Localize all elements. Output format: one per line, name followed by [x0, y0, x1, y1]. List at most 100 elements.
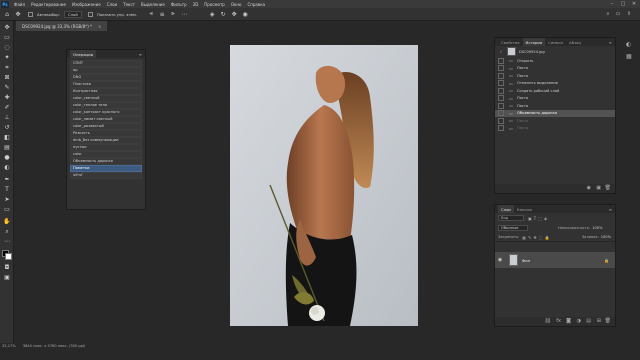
distribute-icon[interactable]: ⋯ — [180, 10, 188, 18]
history-item[interactable]: ▭ Пасто — [495, 95, 615, 103]
action-item[interactable]: Резкость — [70, 130, 142, 137]
orbit-icon[interactable]: ↻ — [219, 10, 227, 18]
align-left-icon[interactable]: ⫷ — [147, 10, 155, 18]
history-item[interactable]: ▭ Создать рабочий слой — [495, 87, 615, 95]
action-item[interactable]: DNG — [70, 74, 142, 81]
history-source-box[interactable] — [498, 65, 504, 72]
action-item[interactable]: dmb_без коммуникации — [70, 137, 142, 144]
magic-wand-icon[interactable]: ✦ — [2, 54, 12, 62]
align-right-icon[interactable]: ⫸ — [169, 10, 177, 18]
lasso-icon[interactable]: ◌ — [2, 44, 12, 52]
action-item[interactable]: Контрастная — [70, 88, 142, 95]
menu-type[interactable]: Текст — [120, 2, 138, 7]
search-icon[interactable]: ⌕ — [604, 10, 612, 18]
history-item[interactable]: ▭ Отменить выделение — [495, 80, 615, 88]
tab-history[interactable]: История — [522, 38, 546, 46]
history-item[interactable]: ▭ Пасто — [495, 102, 615, 110]
menu-file[interactable]: Файл — [11, 2, 28, 7]
new-group-icon[interactable]: ▤ — [586, 318, 591, 324]
history-source-box[interactable] — [498, 87, 504, 94]
menu-image[interactable]: Изображение — [69, 2, 104, 7]
close-tab-icon[interactable]: × — [98, 24, 101, 29]
action-item[interactable]: color_светлый — [70, 95, 142, 102]
swatches-panel-icon[interactable]: ▦ — [626, 53, 632, 60]
frame-icon[interactable]: ⊠ — [2, 74, 12, 82]
hand-icon[interactable]: ✋ — [2, 218, 12, 226]
history-item[interactable]: ▭ Пасто — [495, 125, 615, 133]
action-item[interactable]: color_лимит светлый — [70, 116, 142, 123]
history-source-box[interactable] — [498, 95, 504, 102]
close-window-button[interactable]: ✕ — [629, 0, 639, 8]
history-menu-icon[interactable]: ≡ — [609, 40, 612, 45]
new-layer-icon[interactable]: ⊞ — [597, 318, 601, 324]
new-document-icon[interactable]: ▣ — [596, 185, 601, 191]
action-item[interactable]: color — [70, 151, 142, 158]
auto-select-dropdown[interactable]: Слой — [63, 10, 82, 18]
rectangle-icon[interactable]: ▭ — [2, 206, 12, 214]
menu-layers[interactable]: Слои — [104, 2, 120, 7]
layer-name[interactable]: Фон — [522, 258, 530, 263]
camera-icon[interactable]: ◉ — [241, 10, 249, 18]
history-source-box[interactable] — [498, 110, 504, 117]
clone-stamp-icon[interactable]: ⊥ — [2, 114, 12, 122]
action-item[interactable]: Пластика — [70, 81, 142, 88]
tab-properties[interactable]: Свойства — [498, 40, 523, 45]
history-item[interactable]: ▭ Объемность дорогая — [495, 109, 615, 117]
trash-icon[interactable]: 🗑 — [605, 185, 611, 191]
move-tool-preset-icon[interactable]: ✥ — [14, 10, 22, 18]
history-source-box[interactable] — [498, 57, 504, 64]
zoom-level[interactable]: 33,17% 3840 пикс. x 5760 пикс. (300 ppi) — [2, 344, 85, 348]
link-layers-icon[interactable]: ⛓ — [545, 318, 551, 324]
history-brush-icon[interactable]: ↺ — [2, 124, 12, 132]
home-icon[interactable]: ⌂ — [3, 10, 11, 18]
lock-icons[interactable]: ▦✎✥⬚🔒 — [522, 235, 551, 240]
tab-layers[interactable]: Слои — [498, 205, 514, 213]
document-canvas[interactable] — [230, 45, 418, 326]
more-tools-icon[interactable]: ⋯ — [2, 238, 12, 246]
dodge-icon[interactable]: ◐ — [2, 164, 12, 172]
color-panel-icon[interactable]: ◐ — [626, 41, 631, 48]
workspace-icon[interactable]: ▭ — [614, 10, 622, 18]
history-source-box[interactable] — [498, 125, 504, 132]
tab-channels[interactable]: Каналы — [514, 207, 535, 212]
filter-icons[interactable]: ▣T⬚◈ — [528, 216, 549, 221]
screen-mode-icon[interactable]: ▣ — [2, 274, 12, 282]
adjustment-layer-icon[interactable]: ◑ — [577, 318, 581, 324]
blur-icon[interactable]: ● — [2, 154, 12, 162]
document-tab[interactable]: DSC09924.jpg @ 33,3% (RGB/8*) * × — [16, 21, 108, 31]
menu-3d[interactable]: 3D — [190, 2, 202, 7]
action-item[interactable]: пустые — [70, 144, 142, 151]
share-icon[interactable]: ⇪ — [625, 10, 633, 18]
opacity-value[interactable]: 100% — [592, 226, 602, 230]
auto-select-checkbox[interactable] — [28, 11, 33, 17]
crop-icon[interactable]: ⌗ — [2, 64, 12, 72]
layer-style-icon[interactable]: fx — [556, 318, 561, 324]
menu-filter[interactable]: Фильтр — [168, 2, 190, 7]
quick-mask-icon[interactable]: ◘ — [2, 264, 12, 272]
menu-window[interactable]: Окно — [228, 2, 245, 7]
layer-row[interactable]: ◉ Фон 🔒 — [495, 252, 615, 268]
healing-brush-icon[interactable]: ✚ — [2, 94, 12, 102]
action-item[interactable]: color_теплое тело — [70, 102, 142, 109]
layer-mask-icon[interactable]: ◙ — [566, 318, 571, 324]
align-center-icon[interactable]: ≡ — [158, 10, 166, 18]
action-item[interactable]: Пометки — [70, 165, 142, 172]
history-snapshot[interactable]: ✓ DSC09924.jpg — [495, 46, 615, 57]
actions-panel-title[interactable]: Операции — [70, 50, 97, 58]
tab-character[interactable]: Символ — [545, 40, 566, 45]
tab-paragraph[interactable]: Абзац — [566, 40, 584, 45]
source-checkbox-icon[interactable]: ✓ — [498, 49, 504, 54]
history-item[interactable]: ▭ Открыть — [495, 57, 615, 65]
delete-layer-icon[interactable]: 🗑 — [605, 318, 611, 324]
menu-select[interactable]: Выделение — [138, 2, 168, 7]
eraser-icon[interactable]: ◧ — [2, 134, 12, 142]
zoom-icon[interactable]: ⌕ — [2, 228, 12, 236]
history-source-box[interactable] — [498, 117, 504, 124]
action-item[interactable]: ор — [70, 67, 142, 74]
history-item[interactable]: ▭ Пасто — [495, 72, 615, 80]
action-item[interactable]: СПИТ — [70, 60, 142, 67]
history-source-box[interactable] — [498, 102, 504, 109]
action-item[interactable]: color_розоватый — [70, 123, 142, 130]
maximize-button[interactable]: □ — [618, 0, 628, 8]
action-item[interactable]: ulfruf — [70, 172, 142, 179]
